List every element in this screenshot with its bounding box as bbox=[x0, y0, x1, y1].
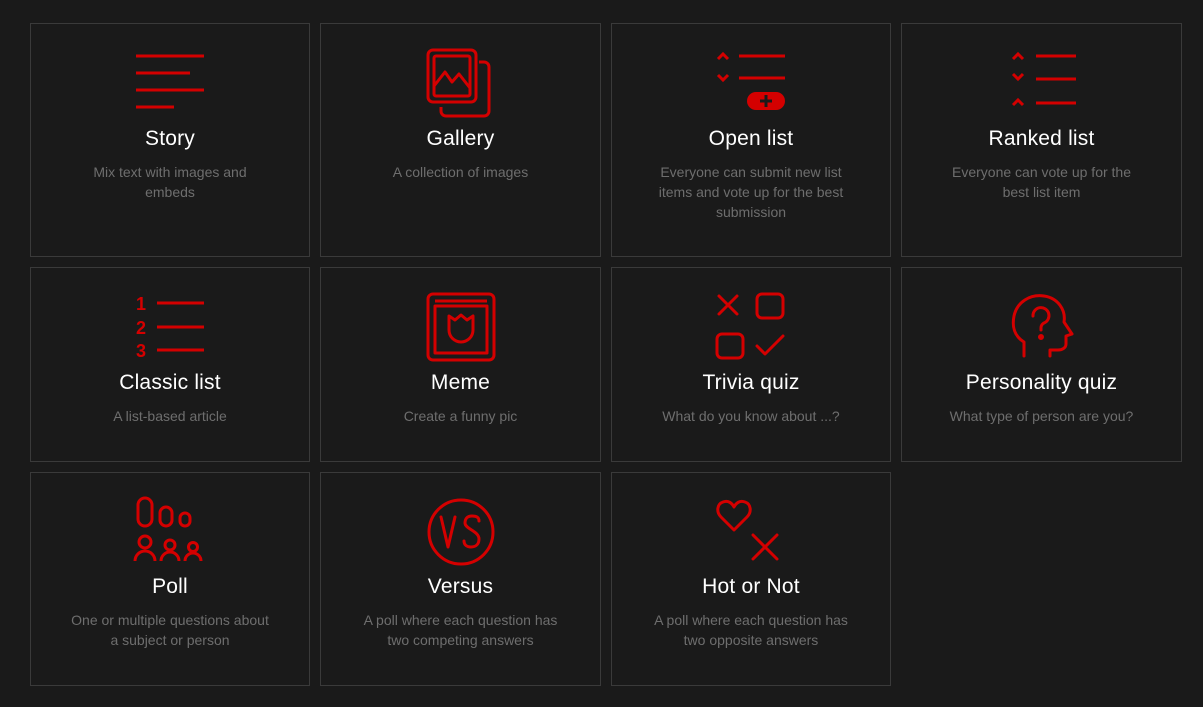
classic-list-icon: 1 2 3 bbox=[130, 290, 210, 370]
card-title: Classic list bbox=[119, 371, 221, 394]
story-icon bbox=[130, 46, 210, 126]
card-description: Create a funny pic bbox=[403, 408, 518, 424]
card-title: Open list bbox=[708, 127, 794, 150]
card-description: A list-based article bbox=[113, 408, 227, 424]
card-description: Everyone can vote up for the best list i… bbox=[952, 164, 1131, 200]
format-card-ranked-list[interactable]: Ranked list Everyone can vote up for the… bbox=[901, 23, 1182, 257]
card-title: Personality quiz bbox=[965, 371, 1118, 394]
ranked-list-icon bbox=[1002, 46, 1082, 126]
meme-icon bbox=[421, 290, 501, 370]
format-card-poll[interactable]: Poll One or multiple questions about a s… bbox=[30, 472, 310, 686]
card-description: Everyone can submit new list items and v… bbox=[658, 164, 844, 220]
card-description: What do you know about ...? bbox=[662, 408, 840, 424]
format-card-hot-or-not[interactable]: Hot or Not A poll where each question ha… bbox=[611, 472, 891, 686]
format-card-trivia-quiz[interactable]: Trivia quiz What do you know about ...? bbox=[611, 267, 891, 462]
card-title: Ranked list bbox=[988, 127, 1095, 150]
format-card-story[interactable]: Story Mix text with images and embeds bbox=[30, 23, 310, 257]
poll-icon bbox=[130, 495, 210, 575]
card-description: A poll where each question has two oppos… bbox=[654, 612, 848, 648]
card-title: Hot or Not bbox=[702, 575, 800, 598]
card-description: A poll where each question has two compe… bbox=[363, 612, 558, 648]
card-title: Poll bbox=[152, 575, 188, 598]
personality-quiz-icon bbox=[1002, 290, 1082, 370]
card-description: One or multiple questions about a subjec… bbox=[71, 612, 269, 648]
format-card-versus[interactable]: Versus A poll where each question has tw… bbox=[320, 472, 601, 686]
card-title: Trivia quiz bbox=[702, 371, 800, 394]
card-description: What type of person are you? bbox=[949, 408, 1134, 424]
format-card-open-list[interactable]: Open list Everyone can submit new list i… bbox=[611, 23, 891, 257]
open-list-icon bbox=[711, 46, 791, 126]
svg-text:3: 3 bbox=[136, 341, 146, 361]
card-description: A collection of images bbox=[392, 164, 529, 180]
format-card-personality-quiz[interactable]: Personality quiz What type of person are… bbox=[901, 267, 1182, 462]
format-card-gallery[interactable]: Gallery A collection of images bbox=[320, 23, 601, 257]
card-title: Versus bbox=[427, 575, 494, 598]
svg-text:2: 2 bbox=[136, 318, 146, 338]
hot-or-not-icon bbox=[711, 495, 791, 575]
format-grid: Story Mix text with images and embeds Ga… bbox=[0, 0, 1203, 707]
svg-text:1: 1 bbox=[136, 294, 146, 314]
gallery-icon bbox=[421, 46, 501, 126]
card-description: Mix text with images and embeds bbox=[93, 164, 247, 200]
card-title: Meme bbox=[430, 371, 491, 394]
card-title: Story bbox=[144, 127, 195, 150]
format-card-classic-list[interactable]: 1 2 3 Classic list A list-based article bbox=[30, 267, 310, 462]
trivia-quiz-icon bbox=[711, 290, 791, 370]
format-card-meme[interactable]: Meme Create a funny pic bbox=[320, 267, 601, 462]
versus-icon bbox=[421, 495, 501, 575]
card-title: Gallery bbox=[426, 127, 495, 150]
